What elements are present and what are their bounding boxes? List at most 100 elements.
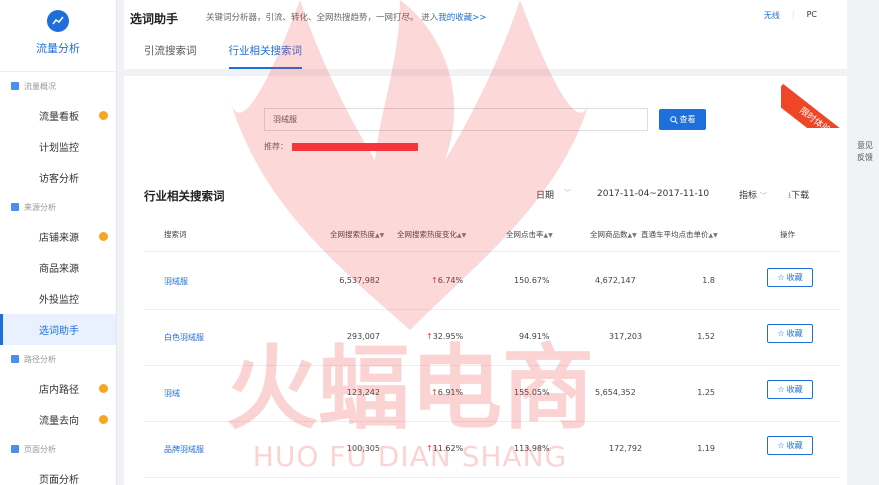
- my-favorites-link[interactable]: 我的收藏>>: [438, 13, 486, 23]
- arrow-up-icon: ↑: [431, 276, 438, 285]
- section-icon: [11, 82, 19, 90]
- col-heat[interactable]: 全网搜索热度▲▼: [330, 229, 384, 240]
- table-row: 品牌羽绒服 100,305 ↑11.62% 113.98% 172,792 1.…: [144, 422, 839, 478]
- nav-section-path: 路径分析: [0, 345, 116, 373]
- col-action: 操作: [780, 230, 795, 239]
- download-button[interactable]: ⭳下载: [788, 188, 809, 204]
- status-dot: [99, 232, 108, 241]
- wireless-toggle[interactable]: 无线: [764, 10, 780, 21]
- nav-section-source: 来源分析: [0, 193, 116, 221]
- search-input[interactable]: 羽绒服: [264, 108, 648, 131]
- star-icon: ☆: [777, 385, 785, 394]
- favorite-button[interactable]: ☆ 收藏: [767, 324, 813, 343]
- section-icon: [11, 203, 19, 211]
- status-dot: [99, 384, 108, 393]
- chevron-down-icon: ﹀: [759, 192, 767, 200]
- divider: |: [791, 10, 795, 19]
- favorite-button[interactable]: ☆ 收藏: [767, 380, 813, 399]
- heat-value: 123,242: [346, 388, 380, 397]
- keyword-link[interactable]: 品牌羽绒服: [164, 444, 204, 455]
- keyword-link[interactable]: 白色羽绒服: [164, 332, 204, 343]
- main-panel: 羽绒服 查看 推荐： 限时体验 行业相关搜索词 日期 ﹀ 2017-11-04~2…: [124, 76, 847, 485]
- sidebar-brand: 流量分析: [0, 0, 116, 72]
- goods-value: 5,654,352: [595, 388, 636, 397]
- sidebar-item-store-path[interactable]: 店内路径: [0, 373, 116, 404]
- chevron-down-icon: ﹀: [564, 189, 572, 197]
- col-keyword: 搜索词: [164, 230, 187, 239]
- trial-ribbon: 限时体验: [781, 76, 847, 128]
- table-header: 搜索词 全网搜索热度▲▼ 全网搜索热度变化▲▼ 全网点击率▲▼ 全网商品数▲▼ …: [144, 212, 839, 252]
- star-icon: ☆: [777, 441, 785, 450]
- sort-icon: ▲▼: [708, 232, 718, 239]
- ctr-value: 150.67%: [514, 276, 550, 285]
- sidebar-item-traffic-destination[interactable]: 流量去向: [0, 404, 116, 435]
- section-icon: [11, 445, 19, 453]
- col-cpc[interactable]: 直通车平均点击单价▲▼: [641, 229, 718, 240]
- sidebar-item-product-source[interactable]: 商品来源: [0, 252, 116, 283]
- favorite-button[interactable]: ☆ 收藏: [767, 268, 813, 287]
- col-ctr[interactable]: 全网点击率▲▼: [506, 229, 553, 240]
- chart-icon: [47, 10, 69, 32]
- page-header: 选词助手 关键词分析器，引流、转化、全网热搜趋势，一网打尽。 进入我的收藏>> …: [124, 0, 847, 69]
- sidebar: 流量分析 流量概况 流量看板 计划监控 访客分析 来源分析 店铺来源 商品来源 …: [0, 0, 117, 485]
- section-icon: [11, 355, 19, 363]
- heat-change: ↑6.91%: [431, 388, 464, 397]
- col-goods[interactable]: 全网商品数▲▼: [590, 229, 637, 240]
- cpc-value: 1.8: [702, 276, 715, 285]
- cpc-value: 1.25: [697, 388, 715, 397]
- ctr-value: 113.98%: [514, 444, 550, 453]
- arrow-up-icon: ↑: [426, 332, 433, 341]
- page-description: 关键词分析器，引流、转化、全网热搜趋势，一网打尽。 进入我的收藏>>: [206, 13, 487, 23]
- sidebar-item-page-analysis[interactable]: 页面分析: [0, 463, 116, 485]
- heat-value: 6,537,982: [339, 276, 380, 285]
- sidebar-item-external-monitor[interactable]: 外投监控: [0, 283, 116, 314]
- date-filter[interactable]: 日期 ﹀: [536, 188, 571, 201]
- heat-change: ↑6.74%: [431, 276, 464, 285]
- sidebar-item-store-source[interactable]: 店铺来源: [0, 221, 116, 252]
- goods-value: 4,672,147: [595, 276, 636, 285]
- arrow-up-icon: ↑: [426, 444, 433, 453]
- cpc-value: 1.19: [697, 444, 715, 453]
- sort-icon: ▲▼: [457, 232, 467, 239]
- tab-traffic-keywords[interactable]: 引流搜索词: [144, 36, 197, 69]
- pc-toggle[interactable]: PC: [807, 10, 817, 21]
- goods-value: 317,203: [609, 332, 643, 341]
- ctr-value: 94.91%: [519, 332, 550, 341]
- date-range[interactable]: 2017-11-04~2017-11-10: [597, 189, 709, 199]
- metric-selector[interactable]: 指标 ﹀: [739, 188, 767, 201]
- nav-section-overview: 流量概况: [0, 72, 116, 100]
- col-heat-change[interactable]: 全网搜索热度变化▲▼: [397, 229, 466, 240]
- sidebar-item-plan-monitor[interactable]: 计划监控: [0, 131, 116, 162]
- table-row: 白色羽绒服 293,007 ↑32.95% 94.91% 317,203 1.5…: [144, 310, 839, 366]
- keyword-link[interactable]: 羽绒服: [164, 276, 188, 287]
- sort-icon: ▲▼: [543, 232, 553, 239]
- heat-value: 293,007: [346, 332, 380, 341]
- sidebar-item-keyword-assistant[interactable]: 选词助手: [0, 314, 116, 345]
- sort-icon: ▲▼: [627, 232, 637, 239]
- search-button[interactable]: 查看: [659, 109, 706, 130]
- arrow-up-icon: ↑: [431, 388, 438, 397]
- section-title: 行业相关搜索词: [144, 189, 225, 203]
- redacted-block: [292, 142, 418, 151]
- ctr-value: 155.05%: [514, 388, 550, 397]
- sidebar-item-traffic-board[interactable]: 流量看板: [0, 100, 116, 131]
- keyword-link[interactable]: 羽绒: [164, 388, 180, 399]
- heat-change: ↑32.95%: [426, 332, 464, 341]
- cpc-value: 1.52: [697, 332, 715, 341]
- goods-value: 172,792: [609, 444, 643, 453]
- favorite-button[interactable]: ☆ 收藏: [767, 436, 813, 455]
- sort-icon: ▲▼: [375, 232, 385, 239]
- sidebar-item-visitor-analysis[interactable]: 访客分析: [0, 162, 116, 193]
- recommendation: 推荐：: [264, 141, 418, 152]
- feedback-button[interactable]: 意见 反馈: [853, 140, 877, 164]
- nav-section-page: 页面分析: [0, 435, 116, 463]
- tab-bar: 引流搜索词 行业相关搜索词: [144, 36, 302, 69]
- device-switch: 无线 | PC: [764, 10, 817, 21]
- status-dot: [99, 415, 108, 424]
- sidebar-title: 流量分析: [36, 42, 80, 55]
- page-title: 选词助手: [130, 12, 179, 26]
- table-row: 羽绒 123,242 ↑6.91% 155.05% 5,654,352 1.25…: [144, 366, 839, 422]
- search-icon: [669, 115, 678, 124]
- tab-industry-keywords[interactable]: 行业相关搜索词: [228, 36, 302, 69]
- heat-value: 100,305: [346, 444, 380, 453]
